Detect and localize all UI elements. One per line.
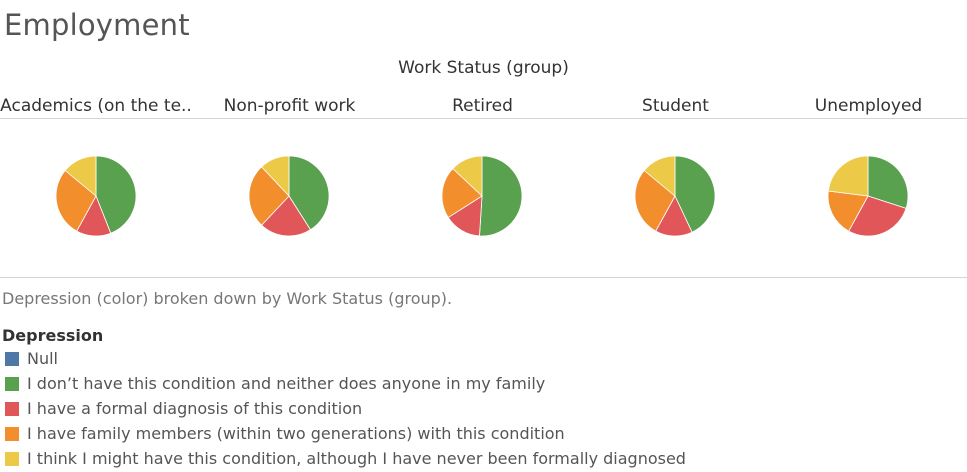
legend-item-formal-diagnosis[interactable]: I have a formal diagnosis of this condit… bbox=[5, 399, 362, 418]
legend-swatch bbox=[5, 401, 19, 416]
chart-bottom-divider bbox=[0, 277, 967, 278]
pie-slice[interactable] bbox=[479, 155, 523, 237]
column-label-unemployed: Unemployed bbox=[814, 96, 923, 116]
page-title: Employment bbox=[4, 8, 190, 42]
pie-slice[interactable] bbox=[827, 155, 869, 197]
chart-caption: Depression (color) broken down by Work S… bbox=[2, 289, 453, 308]
legend-label: I have a formal diagnosis of this condit… bbox=[27, 399, 363, 418]
column-label-student: Student bbox=[642, 96, 709, 116]
column-label-non-profit: Non-profit work bbox=[223, 96, 356, 116]
legend-title: Depression bbox=[2, 326, 104, 345]
legend-item-might-have[interactable]: I think I might have this condition, alt… bbox=[5, 449, 686, 468]
group-header: Work Status (group) bbox=[398, 58, 569, 78]
legend-swatch bbox=[5, 451, 19, 466]
legend-item-no-condition[interactable]: I don’t have this condition and neither … bbox=[5, 374, 545, 393]
pie-chart-area bbox=[55, 155, 909, 237]
column-label-academics: Academics (on the te.. bbox=[0, 96, 192, 116]
column-label-retired: Retired bbox=[452, 96, 513, 116]
legend-item-family-members[interactable]: I have family members (within two genera… bbox=[5, 424, 565, 443]
legend-label: I have family members (within two genera… bbox=[27, 424, 565, 443]
legend-item-null[interactable]: Null bbox=[5, 349, 58, 368]
legend-label: I don’t have this condition and neither … bbox=[27, 374, 546, 393]
legend-swatch bbox=[5, 426, 19, 441]
legend-swatch bbox=[5, 376, 19, 391]
legend-label: Null bbox=[27, 349, 58, 368]
legend-swatch bbox=[5, 351, 19, 366]
legend-label: I think I might have this condition, alt… bbox=[27, 449, 686, 468]
